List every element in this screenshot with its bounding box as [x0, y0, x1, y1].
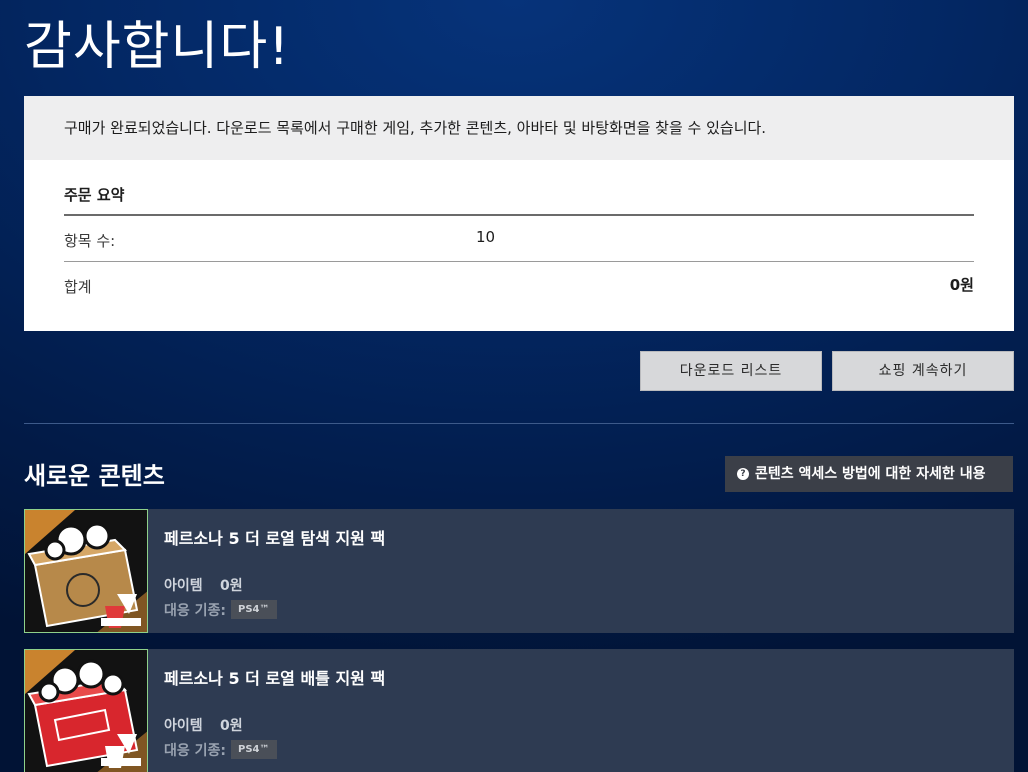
item-name[interactable]: 페르소나 5 더 로열 배틀 지원 팩: [164, 665, 385, 689]
platform-badge: PS4™: [231, 740, 277, 759]
new-content-title: 새로운 콘텐츠: [24, 462, 165, 490]
item-platform-label: 대응 기종:: [164, 603, 226, 619]
order-summary: 주문 요약 항목 수: 10 합계 0원: [24, 160, 1014, 308]
section-divider: [24, 423, 1014, 424]
item-name[interactable]: 페르소나 5 더 로열 탐색 지원 팩: [164, 525, 385, 549]
items-count-row: 항목 수: 10: [64, 216, 974, 262]
continue-shopping-button[interactable]: 쇼핑 계속하기: [832, 351, 1014, 391]
order-summary-title: 주문 요약: [64, 160, 974, 216]
content-item[interactable]: 페르소나 5 더 로열 배틀 지원 팩 아이템 0원 대응 기종: PS4™: [24, 649, 1014, 772]
confirmation-message: 구매가 완료되었습니다. 다운로드 목록에서 구매한 게임, 추가한 콘텐츠, …: [24, 96, 1014, 160]
item-type: 아이템: [164, 718, 203, 734]
item-price: 0원: [220, 718, 243, 734]
item-thumbnail[interactable]: [24, 509, 148, 633]
help-button-label: 콘텐츠 액세스 방법에 대한 자세한 내용: [755, 466, 986, 482]
item-type: 아이템: [164, 578, 203, 594]
download-list-button[interactable]: 다운로드 리스트: [640, 351, 822, 391]
persona5-battle-pack-thumbnail-icon: [25, 650, 147, 772]
question-icon: ?: [737, 468, 749, 480]
item-platform-label: 대응 기종:: [164, 743, 226, 759]
items-count-value: 10: [476, 228, 496, 246]
total-label: 합계: [64, 278, 92, 296]
items-count-label: 항목 수:: [64, 232, 116, 250]
confirmation-panel: 구매가 완료되었습니다. 다운로드 목록에서 구매한 게임, 추가한 콘텐츠, …: [24, 96, 1014, 331]
persona5-exploration-pack-thumbnail-icon: [25, 510, 147, 632]
total-row: 합계 0원: [64, 262, 974, 308]
total-value: 0원: [949, 276, 974, 294]
content-item[interactable]: 페르소나 5 더 로열 탐색 지원 팩 아이템 0원 대응 기종: PS4™: [24, 509, 1014, 633]
item-price: 0원: [220, 578, 243, 594]
page-title: 감사합니다!: [24, 17, 291, 77]
content-access-help-button[interactable]: ? 콘텐츠 액세스 방법에 대한 자세한 내용: [725, 456, 1013, 492]
platform-badge: PS4™: [231, 600, 277, 619]
item-thumbnail[interactable]: [24, 649, 148, 772]
